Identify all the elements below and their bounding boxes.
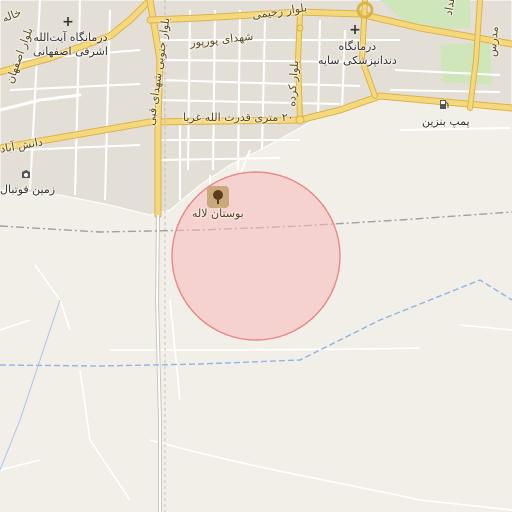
fuel-station-label[interactable]: پمپ بنزین [422,116,470,127]
road-label-madaress: مدرس [485,25,502,58]
football-field-icon[interactable] [20,168,32,180]
park-area-right [440,42,492,85]
map-view[interactable]: + + بلوار رحیمی شهدای پورپور ۲۰ متری قدر… [0,0,512,512]
search-radius-circle[interactable] [171,171,341,341]
road-junction [295,115,305,125]
fuel-pump-icon[interactable] [438,98,450,110]
medical-cross-icon[interactable]: + [348,23,362,37]
clinic-saye-line-1: درمانگاه [338,40,377,53]
road-label-far-right: هداد [441,0,458,17]
park-laleh-label[interactable]: بوستان لاله [192,208,244,219]
clinic-ayatollah-label[interactable]: درمانگاه آیت‌الله اشرفی اصفهانی [33,31,108,59]
clinic-ayatollah-line-2: اشرفی اصفهانی [33,45,108,58]
clinic-saye-label[interactable]: درمانگاه دندانپزشکی سایه [318,40,397,68]
park-tree-icon[interactable] [207,186,229,208]
road-junction [296,24,304,32]
road-label-ghodratollah: ۲۰ متری قدرت الله غربا [183,111,294,124]
football-field-label[interactable]: زمین فوتبال [0,184,55,195]
medical-cross-icon[interactable]: + [61,15,75,29]
road-label-kardeh: بلوار کرده [285,59,302,108]
map-canvas [0,0,512,512]
clinic-ayatollah-line-1: درمانگاه آیت‌الله [33,31,108,44]
clinic-saye-line-2: دندانپزشکی سایه [318,54,397,67]
stream [0,299,61,471]
